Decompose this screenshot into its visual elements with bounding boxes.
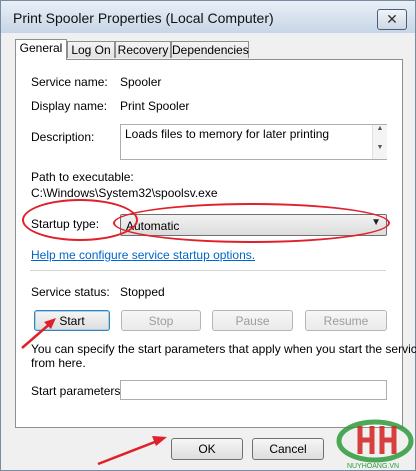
scroll-up-icon[interactable]: ▲ (373, 125, 387, 132)
tab-general[interactable]: General (15, 39, 67, 60)
tab-dependencies[interactable]: Dependencies (171, 41, 249, 58)
stop-button[interactable]: Stop (121, 310, 201, 331)
properties-dialog: Print Spooler Properties (Local Computer… (0, 0, 416, 471)
startup-type-value: Automatic (126, 219, 180, 233)
cancel-button[interactable]: Cancel (252, 438, 324, 460)
start-parameters-input[interactable] (120, 380, 387, 400)
info-text-line-2: from here. (31, 356, 86, 370)
service-status-value: Stopped (120, 285, 165, 299)
tab-log-on[interactable]: Log On (67, 41, 115, 58)
startup-type-select[interactable]: Automatic ▼ (120, 214, 387, 236)
path-label: Path to executable: (31, 170, 134, 184)
resume-button[interactable]: Resume (305, 310, 387, 331)
divider (30, 270, 386, 272)
close-button[interactable]: ✕ (377, 9, 407, 30)
service-name-value: Spooler (120, 75, 162, 89)
display-name-label: Display name: (31, 99, 108, 113)
description-label: Description: (31, 130, 95, 144)
scroll-down-icon[interactable]: ▼ (373, 144, 387, 151)
general-panel: Service name: Spooler Display name: Prin… (15, 59, 416, 428)
path-value: C:\Windows\System32\spoolsv.exe (31, 186, 218, 200)
title-bar[interactable]: Print Spooler Properties (Local Computer… (1, 1, 415, 33)
service-name-label: Service name: (31, 75, 108, 89)
tab-recovery[interactable]: Recovery (115, 41, 171, 58)
description-textbox[interactable]: Loads files to memory for later printing (120, 124, 387, 160)
ok-button[interactable]: OK (171, 438, 243, 460)
watermark-text: NUYHOANG.VN (347, 463, 399, 470)
info-text-line-1: You can specify the start parameters tha… (31, 342, 416, 356)
display-name-value: Print Spooler (120, 99, 190, 113)
help-link[interactable]: Help me configure service startup option… (31, 248, 255, 262)
pause-button[interactable]: Pause (212, 310, 293, 331)
description-scrollbar[interactable]: ▲ ▼ (372, 125, 387, 159)
startup-type-label: Startup type: (31, 217, 100, 231)
service-status-label: Service status: (31, 285, 110, 299)
description-text: Loads files to memory for later printing (125, 127, 330, 141)
window-title: Print Spooler Properties (Local Computer… (13, 10, 274, 26)
chevron-down-icon: ▼ (371, 217, 381, 228)
start-parameters-label: Start parameters: (31, 384, 124, 398)
watermark-logo: NUYHOANG.VN (336, 419, 414, 470)
start-button[interactable]: Start (34, 310, 110, 331)
close-icon: ✕ (386, 11, 398, 27)
